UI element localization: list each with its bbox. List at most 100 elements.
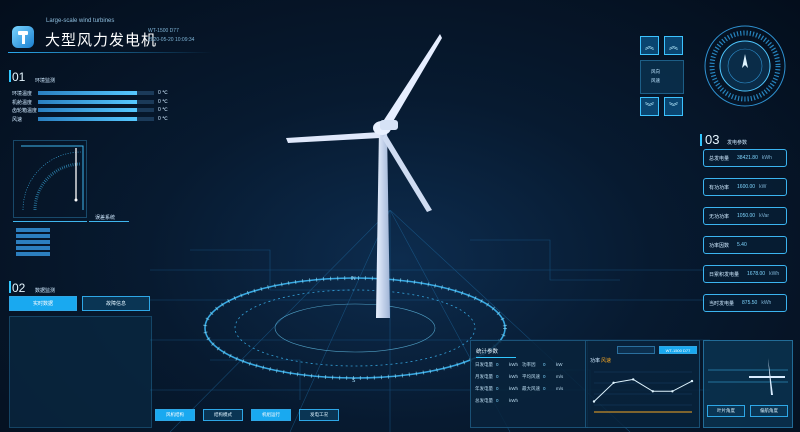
chart-point <box>592 400 596 403</box>
param-unit: kWh <box>769 271 780 277</box>
env-row-bar <box>38 99 154 104</box>
gauge-label-line <box>89 221 129 222</box>
param-label: 总发电量 <box>709 155 730 162</box>
param-label: 有功功率 <box>709 184 730 191</box>
section-03-number: 03 <box>705 132 720 147</box>
env-row-value: 0 ℃ <box>158 107 168 113</box>
angle-gauge <box>21 145 84 211</box>
arrow-down-button-1[interactable]: ︾ <box>640 97 659 116</box>
env-row-value: 0 ℃ <box>158 90 168 96</box>
stats-cell-bv <box>543 398 553 404</box>
stats-cell-av: 0 <box>496 386 499 391</box>
bottom-button-2[interactable]: 结构模式 <box>203 409 243 421</box>
stats-cell-b <box>522 398 540 404</box>
mini-status-box: 风向 风速 <box>640 60 684 94</box>
env-row-value: 0 ℃ <box>158 98 168 105</box>
env-row-value: 0 ℃ <box>158 115 168 122</box>
tab-realtime-data[interactable]: 实时数据 <box>9 296 77 311</box>
bottom-button-4[interactable]: 发电工况 <box>299 409 339 421</box>
env-row-label: 机舱温度 <box>12 99 33 106</box>
stats-title-underline <box>476 357 516 358</box>
param-card: 有功功率 1600.00 kW <box>703 178 787 196</box>
stats-cell-a: 总发电量 <box>475 398 493 403</box>
section-03-marker <box>700 134 702 146</box>
wind-turbine-model <box>286 34 442 318</box>
section-01-marker <box>9 70 11 82</box>
param-label: 无功功率 <box>709 213 730 220</box>
param-unit: kWh <box>761 155 772 161</box>
yaw-angle-button[interactable]: 偏航角度 <box>750 405 788 417</box>
stats-cell-bv: 0 <box>543 374 546 379</box>
param-card: 总发电量 38421.80 kWh <box>703 149 787 167</box>
mini-label-2: 风速 <box>651 78 660 83</box>
bottom-button-3[interactable]: 机组运行 <box>251 409 291 421</box>
chart-legend-wind: 风速 <box>601 358 612 364</box>
chart-power-series <box>593 378 693 402</box>
stack-indicator <box>16 228 50 258</box>
data-panel <box>9 316 152 428</box>
stats-cell-au: kWh <box>509 398 518 403</box>
stats-panel: 统计参数 <box>470 340 588 428</box>
env-row-bar-fill <box>38 108 137 112</box>
stats-cell-au: kWh <box>509 374 518 379</box>
chart-point <box>651 390 654 393</box>
header-underline <box>8 52 213 53</box>
arrow-up-button-2[interactable]: ︽ <box>664 36 683 55</box>
datetime: 2020-05-20 10:09:34 <box>148 37 195 43</box>
env-row-bar <box>38 108 154 112</box>
env-row-bar <box>38 116 154 121</box>
stats-row: 日发电量 0 kWh 功率因 0 kW <box>475 362 566 368</box>
section-02-label: 数据监测 <box>35 288 56 294</box>
param-label: 功率因数 <box>709 242 730 249</box>
stats-cell-b: 平均风速 <box>522 374 540 379</box>
param-value: 5.40 <box>737 242 747 248</box>
param-value: 1678.00 <box>747 271 766 277</box>
param-unit: kWh <box>761 300 772 306</box>
stats-cell-bu: m/s <box>556 386 564 391</box>
param-label: 当时发电量 <box>709 300 735 307</box>
app-subtitle-en: Large-scale wind turbines <box>46 18 115 24</box>
svg-text:S: S <box>352 378 356 384</box>
chart-tab-2[interactable]: WT-1500 D77 <box>659 346 697 354</box>
chart-point <box>671 390 674 393</box>
compass-dial <box>704 25 786 107</box>
stats-row: 总发电量 0 kWh <box>475 398 566 404</box>
arrow-down-button-2[interactable]: ︾ <box>664 97 683 116</box>
model-label: WT-1500 D77 <box>148 28 179 34</box>
param-value: 1050.00 <box>737 213 756 219</box>
gauge-system-label: 误差系统 <box>95 215 116 221</box>
env-row-bar-fill <box>38 99 137 104</box>
stats-row: 月发电量 0 kWh 平均风速 0 m/s <box>475 374 566 380</box>
param-value: 1600.00 <box>737 184 756 190</box>
env-row-bar-fill <box>38 91 137 95</box>
section-02-number: 02 <box>12 281 26 295</box>
stats-cell-a: 年发电量 <box>475 386 493 391</box>
chart-point <box>632 378 635 381</box>
stats-cell-b: 功率因 <box>522 362 536 367</box>
param-card: 当时发电量 875.50 kWh <box>703 294 787 312</box>
chart-point <box>612 381 615 384</box>
page-title: 大型风力发电机 <box>45 32 158 49</box>
bottom-button-1[interactable]: 风机结构 <box>155 409 195 421</box>
stats-cell-a: 月发电量 <box>475 374 493 379</box>
env-row-label: 齿轮箱温度 <box>12 108 38 114</box>
chart-tab-1[interactable] <box>617 346 655 354</box>
stats-cell-bv: 0 <box>543 386 546 391</box>
section-03-label: 发电参数 <box>727 140 748 146</box>
stats-cell-b: 最大风速 <box>522 386 540 391</box>
stats-cell-bv: 0 <box>543 362 546 367</box>
env-row-label: 风速 <box>12 116 23 123</box>
param-card: 日累积发电量 1678.00 kWh <box>703 265 787 283</box>
chart-point <box>690 379 694 383</box>
param-unit: kVar <box>759 213 770 219</box>
gauge-base-line <box>13 221 87 222</box>
stats-cell-a: 日发电量 <box>475 362 493 367</box>
power-line-chart <box>592 371 694 413</box>
param-card: 无功功率 1050.00 kVar <box>703 207 787 225</box>
tab-fault-info[interactable]: 故障信息 <box>82 296 150 311</box>
arrow-up-button-1[interactable]: ︽ <box>640 36 659 55</box>
stats-cell-av: 0 <box>496 362 499 367</box>
blade-angle-button[interactable]: 叶片角度 <box>707 405 745 417</box>
param-value: 38421.80 <box>737 155 758 161</box>
env-row-label: 环境温度 <box>12 91 33 97</box>
